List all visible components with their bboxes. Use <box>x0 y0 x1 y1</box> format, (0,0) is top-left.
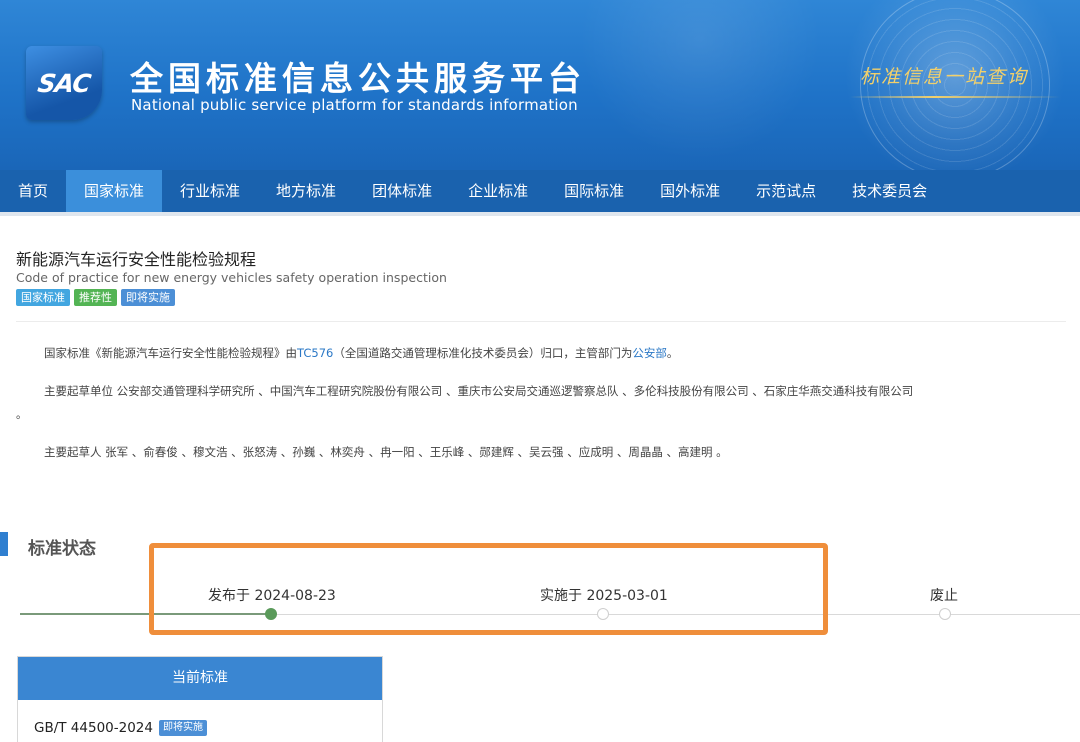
current-standard-row[interactable]: GB/T 44500-2024 即将实施 <box>34 720 207 736</box>
description-drafting-units: 主要起草单位 公安部交通管理科学研究所 、中国汽车工程研究院股份有限公司 、重庆… <box>44 384 914 398</box>
timeline-dot-abolished <box>939 608 951 620</box>
standard-badges: 国家标准 推荐性 即将实施 <box>16 289 175 306</box>
site-header-banner: SAC 全国标准信息公共服务平台 National public service… <box>0 0 1080 170</box>
logo-text: SAC <box>35 68 93 98</box>
department-link[interactable]: 公安部 <box>632 346 667 360</box>
nav-item-enterprise-standards[interactable]: 企业标准 <box>450 170 546 212</box>
site-title-en: National public service platform for sta… <box>131 96 578 114</box>
sac-logo[interactable]: SAC <box>26 46 102 120</box>
status-section-title: 标准状态 <box>28 539 96 559</box>
timeline-label-abolished: 废止 <box>930 588 958 604</box>
site-title-cn: 全国标准信息公共服务平台 <box>130 59 586 98</box>
nav-item-foreign-standards[interactable]: 国外标准 <box>642 170 738 212</box>
description-committee: 国家标准《新能源汽车运行安全性能检验规程》由TC576（全国道路交通管理标准化技… <box>44 345 678 361</box>
status-section-marker <box>0 532 8 556</box>
current-standard-code[interactable]: GB/T 44500-2024 <box>34 720 153 736</box>
slogan-underline <box>850 96 1060 98</box>
badge-upcoming: 即将实施 <box>121 289 175 306</box>
desc-prefix: 国家标准《新能源汽车运行安全性能检验规程》由 <box>44 346 297 360</box>
nav-item-pilot-demo[interactable]: 示范试点 <box>738 170 834 212</box>
tc576-link[interactable]: TC576 <box>297 346 333 360</box>
nav-item-group-standards[interactable]: 团体标准 <box>354 170 450 212</box>
desc-suffix: 。 <box>666 346 679 360</box>
standard-title-en: Code of practice for new energy vehicles… <box>16 270 447 285</box>
nav-item-home[interactable]: 首页 <box>0 170 66 212</box>
slogan: 标准信息一站查询 <box>860 66 1029 88</box>
badge-national-standard: 国家标准 <box>16 289 70 306</box>
current-standard-header: 当前标准 <box>18 657 382 700</box>
section-divider <box>16 321 1066 322</box>
description-drafting-units-tail: 。 <box>16 408 27 421</box>
current-standard-badge: 即将实施 <box>158 720 207 736</box>
desc-middle: （全国道路交通管理标准化技术委员会）归口，主管部门为 <box>333 346 633 360</box>
nav-divider <box>0 212 1080 216</box>
nav-item-local-standards[interactable]: 地方标准 <box>258 170 354 212</box>
nav-item-international-standards[interactable]: 国际标准 <box>546 170 642 212</box>
main-nav: 首页 国家标准 行业标准 地方标准 团体标准 企业标准 国际标准 国外标准 示范… <box>0 170 1080 212</box>
nav-item-industry-standards[interactable]: 行业标准 <box>162 170 258 212</box>
nav-item-national-standards[interactable]: 国家标准 <box>66 170 163 212</box>
badge-recommended: 推荐性 <box>74 289 117 306</box>
current-standard-card: 当前标准 GB/T 44500-2024 即将实施 <box>17 656 383 742</box>
description-drafters: 主要起草人 张军 、俞春俊 、穆文浩 、张怒涛 、孙巍 、林奕舟 、冉一阳 、王… <box>44 445 728 459</box>
nav-item-technical-committees[interactable]: 技术委员会 <box>834 170 945 212</box>
standard-title-cn: 新能源汽车运行安全性能检验规程 <box>16 250 257 269</box>
highlight-annotation-box <box>149 543 828 635</box>
